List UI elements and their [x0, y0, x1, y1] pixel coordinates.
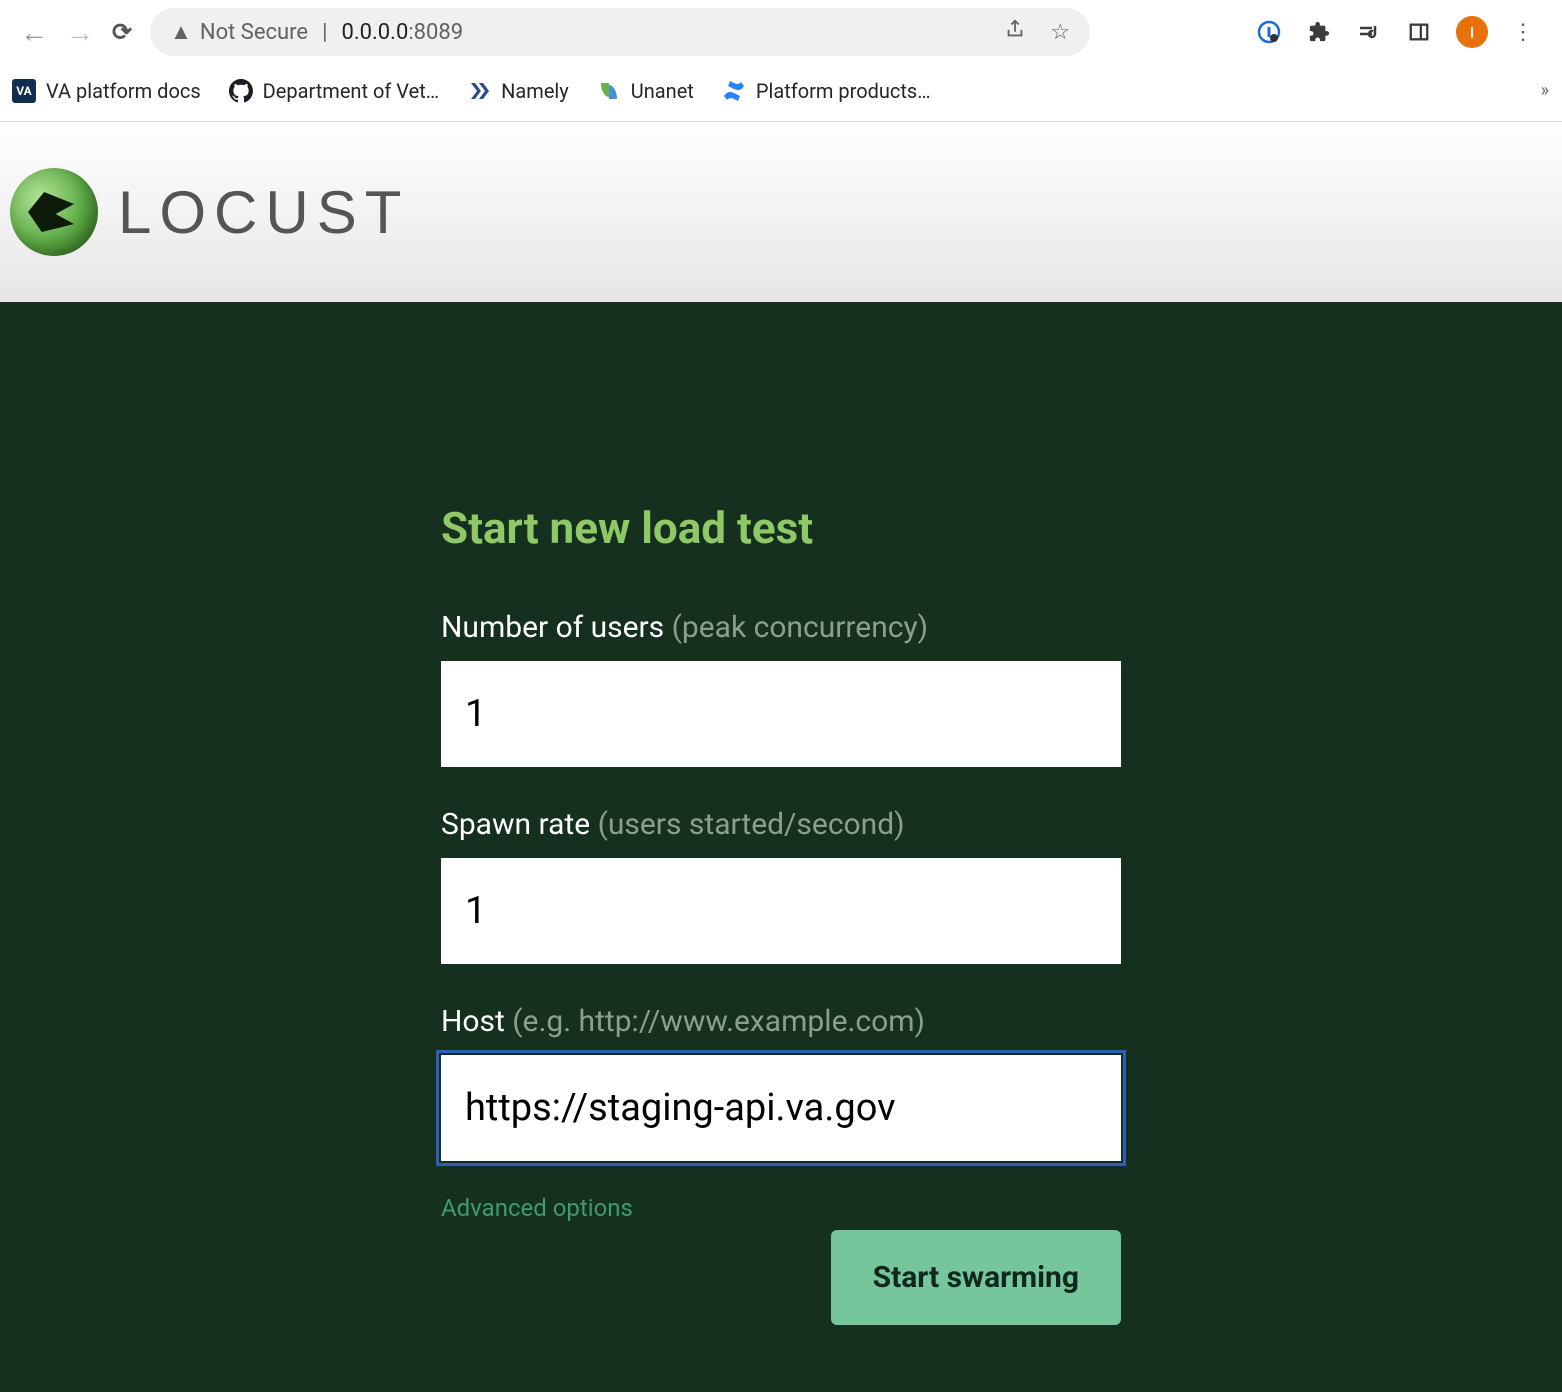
back-button[interactable]: ← [20, 16, 48, 49]
users-input[interactable] [441, 661, 1121, 767]
users-label: Number of users [441, 610, 664, 645]
github-icon [229, 79, 253, 103]
namely-icon [467, 79, 491, 103]
onepassword-icon[interactable] [1256, 19, 1282, 45]
spawn-rate-input[interactable] [441, 858, 1121, 964]
spawn-label: Spawn rate [441, 807, 590, 842]
kebab-menu-icon[interactable]: ⋮ [1512, 20, 1534, 45]
toolbar-right-icons: I ⋮ [1256, 16, 1542, 48]
advanced-options-link[interactable]: Advanced options [441, 1194, 633, 1222]
bookmark-unanet[interactable]: Unanet [597, 79, 694, 103]
reload-button[interactable]: ⟳ [112, 18, 132, 46]
confluence-icon [722, 79, 746, 103]
bookmark-platform[interactable]: Platform products… [722, 79, 931, 103]
bookmark-namely[interactable]: Namely [467, 79, 569, 103]
unanet-icon [597, 79, 621, 103]
spawn-hint: (users started/second) [598, 807, 905, 842]
new-load-test-form: Start new load test Number of users (pea… [441, 502, 1121, 1325]
bookmarks-bar: VA VA platform docs Department of Vet… N… [0, 64, 1562, 122]
url-host: 0.0.0.0 [341, 20, 408, 45]
users-field: Number of users (peak concurrency) [441, 610, 1121, 767]
bookmark-va-docs[interactable]: VA VA platform docs [12, 79, 201, 103]
url-separator: | [322, 20, 327, 45]
bookmark-label: Department of Vet… [263, 79, 440, 103]
bookmark-label: Namely [501, 79, 569, 103]
spawn-rate-field: Spawn rate (users started/second) [441, 807, 1121, 964]
security-indicator[interactable]: ▲ Not Secure [170, 19, 308, 45]
profile-avatar[interactable]: I [1456, 16, 1488, 48]
bookmarks-overflow[interactable]: » [1541, 80, 1550, 101]
side-panel-icon[interactable] [1406, 19, 1432, 45]
host-input[interactable] [441, 1055, 1121, 1161]
share-icon[interactable] [1004, 18, 1026, 46]
locust-header: LOCUST [0, 122, 1562, 302]
browser-toolbar: ← → ⟳ ▲ Not Secure | 0.0.0.0:8089 ☆ [0, 0, 1562, 64]
bookmark-label: Unanet [631, 79, 694, 103]
locust-main: Start new load test Number of users (pea… [0, 302, 1562, 1392]
host-label: Host [441, 1004, 505, 1039]
forward-button[interactable]: → [66, 16, 94, 49]
security-label: Not Secure [200, 20, 308, 45]
media-controls-icon[interactable] [1356, 19, 1382, 45]
host-hint: (e.g. http://www.example.com) [512, 1004, 925, 1039]
va-icon: VA [12, 79, 36, 103]
locust-brand-title: LOCUST [118, 178, 409, 247]
url-port: :8089 [408, 20, 463, 45]
locust-logo-icon [10, 168, 98, 256]
form-heading: Start new load test [441, 502, 1121, 554]
start-swarming-button[interactable]: Start swarming [831, 1230, 1121, 1325]
users-hint: (peak concurrency) [672, 610, 928, 645]
host-field: Host (e.g. http://www.example.com) [441, 1004, 1121, 1161]
extensions-icon[interactable] [1306, 19, 1332, 45]
bookmark-label: VA platform docs [46, 79, 201, 103]
bookmark-star-icon[interactable]: ☆ [1050, 20, 1070, 45]
address-bar[interactable]: ▲ Not Secure | 0.0.0.0:8089 ☆ [150, 8, 1090, 56]
warning-icon: ▲ [170, 19, 192, 45]
bookmark-dept-vet[interactable]: Department of Vet… [229, 79, 440, 103]
bookmark-label: Platform products… [756, 79, 931, 103]
